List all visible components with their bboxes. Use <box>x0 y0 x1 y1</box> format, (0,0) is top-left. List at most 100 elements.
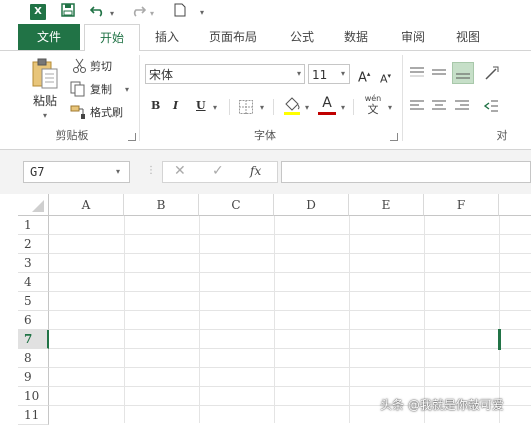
align-right-icon[interactable] <box>454 99 470 113</box>
grid-line <box>49 291 531 292</box>
quick-access-toolbar: X ▾ ▾ ▾ <box>0 0 531 24</box>
row-header-4[interactable]: 4 <box>18 273 49 292</box>
decrease-indent-icon[interactable] <box>483 99 498 113</box>
watermark-text: 头条 @我就是你敲可爱 <box>380 398 504 412</box>
tab-view[interactable]: 视图 <box>446 24 490 50</box>
name-box[interactable]: G7 <box>23 161 130 183</box>
name-box-dropdown-caret[interactable]: ▾ <box>116 167 120 176</box>
font-size-dropdown-caret[interactable]: ▾ <box>341 69 345 78</box>
scissors-icon <box>72 58 88 74</box>
new-doc-icon[interactable] <box>172 3 188 21</box>
align-middle-icon[interactable] <box>431 66 447 80</box>
customize-qat-icon[interactable]: ▾ <box>200 8 204 17</box>
row-header-5[interactable]: 5 <box>18 292 49 311</box>
row-header-7[interactable]: 7 <box>18 330 49 349</box>
ribbon-home: 粘贴 ▾ 剪切 复制 ▾ 格式刷 剪贴板 宋体 ▾ 11 ▾ A▴ A▾ B I… <box>0 51 531 150</box>
row-header-2[interactable]: 2 <box>18 235 49 254</box>
row-header-8[interactable]: 8 <box>18 349 49 368</box>
tab-review[interactable]: 审阅 <box>391 24 435 50</box>
tab-file[interactable]: 文件 <box>18 24 80 50</box>
copy-dropdown-caret[interactable]: ▾ <box>125 85 129 94</box>
tab-formulas[interactable]: 公式 <box>280 24 324 50</box>
shrink-font-button[interactable]: A▾ <box>380 67 391 86</box>
borders-icon[interactable] <box>238 99 254 115</box>
column-header-a[interactable]: A <box>49 194 124 216</box>
grid-line <box>49 348 531 349</box>
separator <box>273 99 274 115</box>
cancel-button[interactable]: ✕ <box>174 163 186 179</box>
enter-button[interactable]: ✓ <box>212 163 224 179</box>
font-group-label: 字体 <box>254 129 276 142</box>
format-painter-icon <box>70 104 86 120</box>
formula-bar: G7 ▾ ⋮ ✕ ✓ fx <box>0 150 531 194</box>
separator <box>353 99 354 115</box>
column-header-e[interactable]: E <box>349 194 424 216</box>
column-header-f[interactable]: F <box>424 194 499 216</box>
separator <box>229 99 230 115</box>
row-header-10[interactable]: 10 <box>18 387 49 406</box>
undo-dropdown-caret[interactable]: ▾ <box>110 9 114 18</box>
grid-line <box>274 216 275 423</box>
font-dialog-launcher[interactable] <box>390 133 398 141</box>
phonetic-bottom: 文 <box>367 103 379 116</box>
paste-icon[interactable] <box>30 57 60 91</box>
italic-button[interactable]: I <box>173 97 178 115</box>
column-header-c[interactable]: C <box>199 194 274 216</box>
grid-line <box>49 234 531 235</box>
tab-insert[interactable]: 插入 <box>145 24 189 50</box>
phonetic-guide-button[interactable]: wén 文 <box>362 94 384 118</box>
align-bottom-icon[interactable] <box>452 62 474 84</box>
copy-button[interactable]: 复制 <box>90 81 112 99</box>
redo-dropdown-caret[interactable]: ▾ <box>150 9 154 18</box>
borders-dropdown-caret[interactable]: ▾ <box>260 103 264 112</box>
row-header-11[interactable]: 11 <box>18 406 49 425</box>
tab-data[interactable]: 数据 <box>334 24 378 50</box>
underline-button[interactable]: U <box>196 97 206 115</box>
fill-color-icon[interactable] <box>283 96 301 116</box>
row-header-3[interactable]: 3 <box>18 254 49 273</box>
active-cell-indicator[interactable] <box>498 329 501 350</box>
cut-button[interactable]: 剪切 <box>90 58 112 76</box>
row-header-6[interactable]: 6 <box>18 311 49 330</box>
formula-input[interactable] <box>281 161 531 183</box>
worksheet-grid[interactable]: A B C D E F 1 2 3 4 5 6 7 8 9 10 11 <box>0 194 531 425</box>
grid-line <box>199 216 200 423</box>
tab-home[interactable]: 开始 <box>84 24 140 52</box>
clipboard-dialog-launcher[interactable] <box>128 133 136 141</box>
paste-dropdown-caret[interactable]: ▾ <box>43 111 47 120</box>
font-name-combo[interactable]: 宋体 <box>145 64 305 84</box>
save-icon[interactable] <box>60 3 76 21</box>
align-left-icon[interactable] <box>409 99 425 113</box>
formula-bar-grip: ⋮ <box>146 165 156 176</box>
font-color-dropdown-caret[interactable]: ▾ <box>341 103 345 112</box>
font-color-swatch <box>318 112 336 115</box>
orientation-icon[interactable] <box>484 65 500 81</box>
align-top-icon[interactable] <box>409 66 425 80</box>
undo-icon[interactable] <box>89 3 106 21</box>
row-header-1[interactable]: 1 <box>18 216 49 235</box>
grow-font-button[interactable]: A▴ <box>358 65 370 85</box>
phonetic-dropdown-caret[interactable]: ▾ <box>388 103 392 112</box>
column-header-d[interactable]: D <box>274 194 349 216</box>
clipboard-group-label: 剪贴板 <box>55 129 89 142</box>
font-color-icon[interactable]: A <box>318 95 336 117</box>
bold-button[interactable]: B <box>151 97 160 115</box>
font-name-value: 宋体 <box>149 68 174 82</box>
insert-function-button[interactable]: fx <box>250 164 261 178</box>
select-all-button[interactable] <box>18 194 49 216</box>
column-header-g[interactable] <box>499 194 531 216</box>
format-painter-button[interactable]: 格式刷 <box>90 104 123 122</box>
redo-icon[interactable] <box>130 3 147 21</box>
tab-page-layout[interactable]: 页面布局 <box>200 24 266 50</box>
fill-color-dropdown-caret[interactable]: ▾ <box>305 103 309 112</box>
row-header-9[interactable]: 9 <box>18 368 49 387</box>
paste-button[interactable]: 粘贴 <box>33 92 57 110</box>
column-header-b[interactable]: B <box>124 194 199 216</box>
underline-dropdown-caret[interactable]: ▾ <box>213 103 217 112</box>
grid-line <box>49 253 531 254</box>
grid-line <box>49 329 531 330</box>
font-name-dropdown-caret[interactable]: ▾ <box>297 69 301 78</box>
grid-line <box>49 272 531 273</box>
align-center-icon[interactable] <box>431 99 447 113</box>
font-color-label: A <box>322 95 332 111</box>
